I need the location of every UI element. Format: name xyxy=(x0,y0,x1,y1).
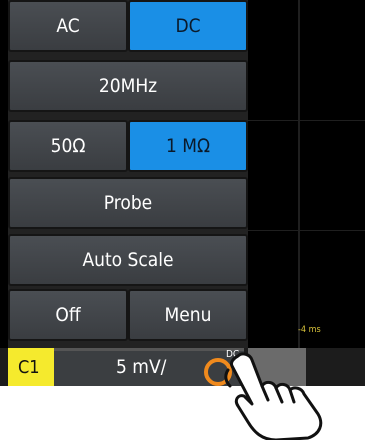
auto-scale-button[interactable]: Auto Scale xyxy=(8,234,248,286)
bandwidth-20mhz-button[interactable]: 20MHz xyxy=(8,60,248,112)
grid-line xyxy=(248,230,365,231)
menu-button[interactable]: Menu xyxy=(128,289,248,341)
channel-tag[interactable]: C1 xyxy=(8,348,54,386)
grid-line xyxy=(248,120,365,121)
vertical-scale-value: 5 mV/ xyxy=(116,356,167,378)
off-button[interactable]: Off xyxy=(8,289,128,341)
probe-button[interactable]: Probe xyxy=(8,177,248,229)
coupling-ac-button[interactable]: AC xyxy=(8,0,128,52)
vertical-menu: AC DC 20MHz 50Ω 1 MΩ Probe Auto Scale Of… xyxy=(8,0,248,350)
grid-line xyxy=(298,0,300,348)
coupling-dc-button[interactable]: DC xyxy=(128,0,248,52)
hand-pointer-icon xyxy=(224,352,323,440)
impedance-1m-button[interactable]: 1 MΩ xyxy=(128,120,248,172)
time-axis-label: -4 ms xyxy=(298,325,321,335)
impedance-50-button[interactable]: 50Ω xyxy=(8,120,128,172)
